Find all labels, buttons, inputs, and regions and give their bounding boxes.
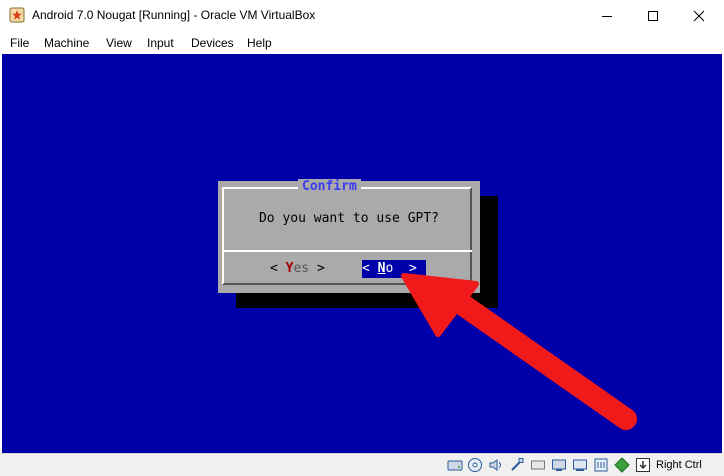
maximize-button[interactable] — [630, 0, 676, 32]
confirm-dialog: Confirm Do you want to use GPT? < Yes > … — [218, 179, 480, 293]
menu-input[interactable]: Input — [147, 36, 174, 50]
yes-button-label: es — [293, 261, 310, 276]
recording-icon[interactable] — [593, 457, 609, 473]
status-bar: Right Ctrl — [0, 453, 724, 476]
yes-button-right: > — [309, 261, 325, 276]
dialog-message: Do you want to use GPT? — [258, 211, 439, 226]
audio-icon[interactable] — [488, 457, 504, 473]
hard-disk-icon[interactable] — [447, 457, 463, 473]
menu-help[interactable]: Help — [247, 36, 272, 50]
network-icon[interactable] — [509, 457, 525, 473]
menu-devices[interactable]: Devices — [191, 36, 234, 50]
dialog-title: Confirm — [298, 179, 361, 194]
yes-button[interactable]: < Yes > — [270, 260, 325, 278]
mouse-integration-icon[interactable] — [635, 457, 651, 473]
yes-button-left: < — [270, 261, 286, 276]
menu-machine[interactable]: Machine — [44, 36, 89, 50]
dialog-separator — [222, 250, 472, 252]
no-button[interactable]: < No > — [362, 260, 426, 278]
no-button-right: > — [393, 261, 417, 276]
host-key-label: Right Ctrl — [656, 459, 702, 471]
shared-folders-icon[interactable] — [551, 457, 567, 473]
no-button-left: < — [362, 261, 378, 276]
dialog-frame — [222, 187, 472, 285]
close-button[interactable] — [676, 0, 722, 32]
menu-file[interactable]: File — [10, 36, 29, 50]
cpu-icon[interactable] — [614, 457, 630, 473]
window-title: Android 7.0 Nougat [Running] - Oracle VM… — [32, 8, 316, 22]
display-icon[interactable] — [572, 457, 588, 473]
maximize-icon — [648, 11, 658, 21]
menu-view[interactable]: View — [106, 36, 132, 50]
usb-icon[interactable] — [530, 457, 546, 473]
vm-display[interactable]: Confirm Do you want to use GPT? < Yes > … — [2, 54, 722, 453]
virtualbox-app-icon — [9, 7, 25, 23]
optical-drive-icon[interactable] — [467, 457, 483, 473]
minimize-icon — [602, 16, 612, 17]
close-icon — [693, 10, 705, 22]
menu-bar: File Machine View Input Devices Help — [0, 32, 724, 54]
title-bar[interactable]: Android 7.0 Nougat [Running] - Oracle VM… — [0, 0, 724, 32]
minimize-button[interactable] — [584, 0, 630, 32]
